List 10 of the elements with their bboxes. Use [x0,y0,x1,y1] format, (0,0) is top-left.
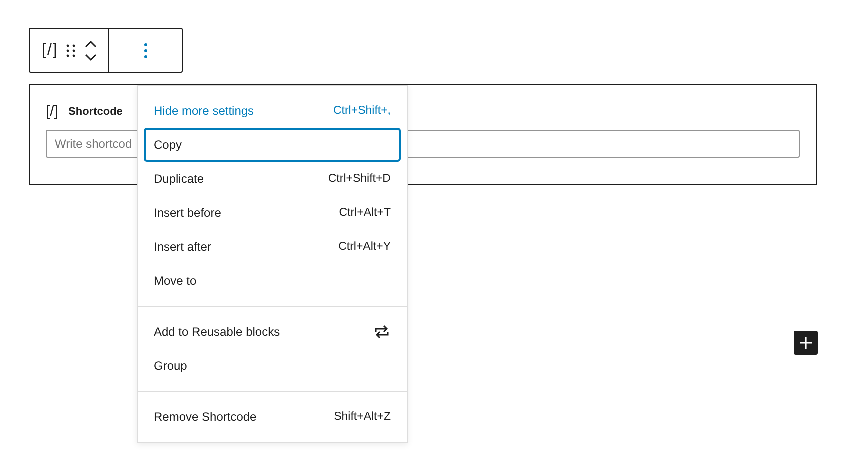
drag-handle-icon[interactable] [66,44,76,58]
block-title: Shortcode [68,106,123,118]
more-options-icon [144,42,148,58]
add-block-button[interactable] [794,331,818,355]
block-type-icon[interactable]: [/] [42,42,58,60]
shortcode-icon: [/] [46,103,59,120]
menu-item[interactable]: Copy [144,128,401,162]
repeat-icon [373,324,391,340]
move-up-down-icon[interactable] [84,38,98,62]
plus-icon [799,336,813,350]
